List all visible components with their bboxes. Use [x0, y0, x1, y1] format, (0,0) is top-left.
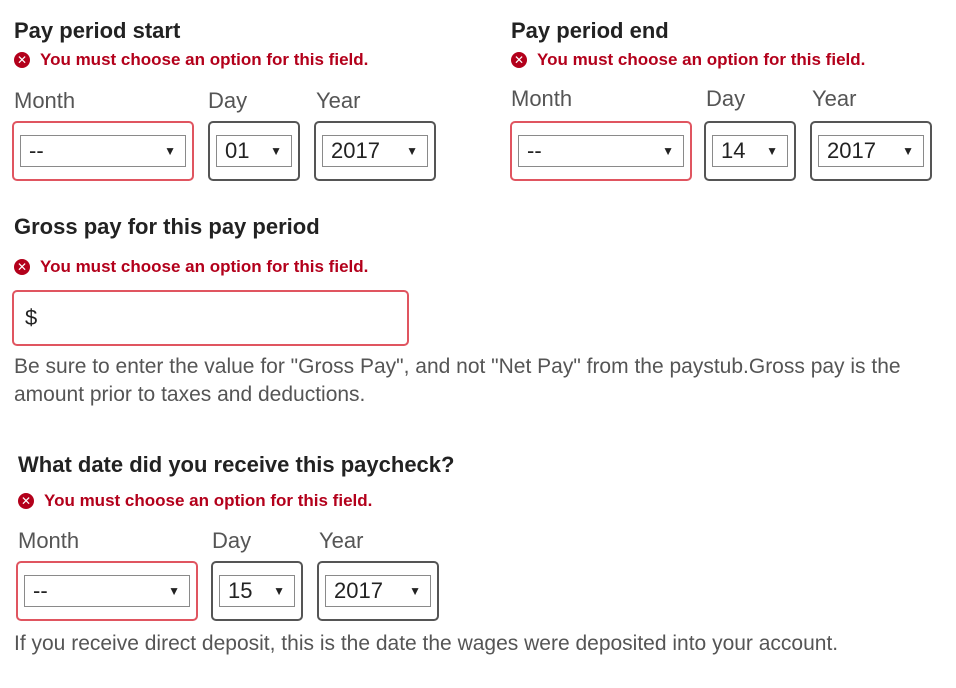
- paycheck-date-heading: What date did you receive this paycheck?: [18, 452, 455, 477]
- pay-end-month-wrapper: -- ▼: [510, 121, 692, 181]
- paycheck-date-error-text: You must choose an option for this field…: [44, 491, 373, 510]
- paycheck-year-value: 2017: [334, 578, 383, 603]
- dropdown-arrow-icon: ▼: [273, 584, 285, 598]
- pay-start-year-select[interactable]: 2017 ▼: [322, 135, 428, 167]
- pay-start-month-label: Month: [14, 88, 76, 113]
- dropdown-arrow-icon: ▼: [409, 584, 421, 598]
- dropdown-arrow-icon: ▼: [270, 144, 282, 158]
- pay-start-day-wrapper: 01 ▼: [208, 121, 300, 181]
- error-circle-icon: ✕: [511, 52, 527, 68]
- paycheck-month-select[interactable]: -- ▼: [24, 575, 190, 607]
- pay-start-month-select[interactable]: -- ▼: [20, 135, 186, 167]
- pay-end-month-select[interactable]: -- ▼: [518, 135, 684, 167]
- dropdown-arrow-icon: ▼: [164, 144, 176, 158]
- pay-start-month-wrapper: -- ▼: [12, 121, 194, 181]
- paycheck-month-label: Month: [18, 528, 80, 553]
- pay-start-day-select[interactable]: 01 ▼: [216, 135, 292, 167]
- paycheck-day-wrapper: 15 ▼: [211, 561, 303, 621]
- pay-start-day-value: 01: [225, 138, 250, 163]
- paycheck-year-wrapper: 2017 ▼: [317, 561, 439, 621]
- error-circle-icon: ✕: [14, 259, 30, 275]
- pay-start-error-text: You must choose an option for this field…: [40, 50, 369, 69]
- gross-pay-input[interactable]: $: [12, 290, 409, 346]
- gross-pay-error: ✕ You must choose an option for this fie…: [14, 257, 368, 277]
- pay-start-day-label: Day: [208, 88, 248, 113]
- dropdown-arrow-icon: ▼: [168, 584, 180, 598]
- pay-end-year-select[interactable]: 2017 ▼: [818, 135, 924, 167]
- paycheck-year-select[interactable]: 2017 ▼: [325, 575, 431, 607]
- pay-start-year-value: 2017: [331, 138, 380, 163]
- dropdown-arrow-icon: ▼: [406, 144, 418, 158]
- pay-end-day-value: 14: [721, 138, 746, 163]
- paycheck-month-wrapper: -- ▼: [16, 561, 198, 621]
- pay-end-day-label: Day: [706, 86, 746, 111]
- pay-start-year-label: Year: [316, 88, 361, 113]
- pay-end-month-value: --: [527, 138, 542, 163]
- pay-end-month-label: Month: [511, 86, 573, 111]
- paycheck-date-help-text: If you receive direct deposit, this is t…: [14, 632, 839, 655]
- paycheck-date-error: ✕ You must choose an option for this fie…: [18, 491, 372, 511]
- gross-pay-error-text: You must choose an option for this field…: [40, 257, 369, 276]
- error-circle-icon: ✕: [14, 52, 30, 68]
- dropdown-arrow-icon: ▼: [662, 144, 674, 158]
- pay-start-year-wrapper: 2017 ▼: [314, 121, 436, 181]
- paycheck-day-select[interactable]: 15 ▼: [219, 575, 295, 607]
- gross-pay-heading: Gross pay for this pay period: [14, 214, 320, 239]
- error-circle-icon: ✕: [18, 493, 34, 509]
- pay-end-year-label: Year: [812, 86, 857, 111]
- pay-start-month-value: --: [29, 138, 44, 163]
- paycheck-month-value: --: [33, 578, 48, 603]
- dropdown-arrow-icon: ▼: [902, 144, 914, 158]
- paycheck-day-value: 15: [228, 578, 253, 603]
- pay-start-heading: Pay period start: [14, 18, 181, 43]
- pay-end-day-select[interactable]: 14 ▼: [712, 135, 788, 167]
- pay-end-day-wrapper: 14 ▼: [704, 121, 796, 181]
- pay-end-error: ✕ You must choose an option for this fie…: [511, 50, 865, 70]
- dropdown-arrow-icon: ▼: [766, 144, 778, 158]
- gross-pay-help-text: Be sure to enter the value for "Gross Pa…: [14, 355, 901, 406]
- pay-end-heading: Pay period end: [511, 18, 669, 43]
- paycheck-day-label: Day: [212, 528, 252, 553]
- currency-symbol: $: [25, 305, 38, 330]
- pay-end-error-text: You must choose an option for this field…: [537, 50, 866, 69]
- paycheck-year-label: Year: [319, 528, 364, 553]
- pay-start-error: ✕ You must choose an option for this fie…: [14, 50, 368, 70]
- pay-end-year-value: 2017: [827, 138, 876, 163]
- pay-end-year-wrapper: 2017 ▼: [810, 121, 932, 181]
